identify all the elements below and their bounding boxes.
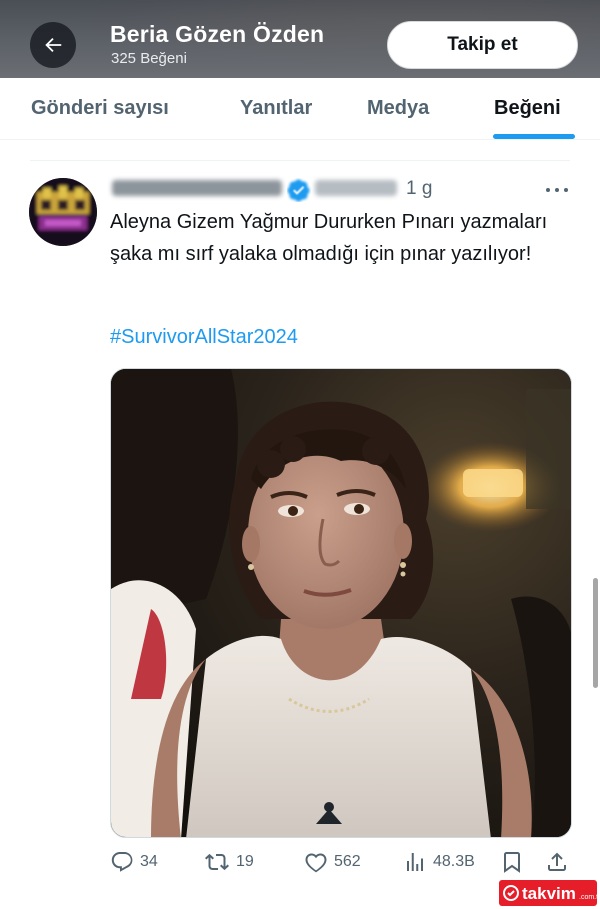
svg-text:.com.tr: .com.tr — [579, 894, 597, 901]
tab-likes[interactable]: Beğeni — [494, 97, 561, 120]
share-button[interactable] — [545, 850, 569, 874]
verified-badge-icon — [287, 179, 310, 202]
divider — [30, 160, 570, 161]
avatar[interactable] — [29, 178, 97, 246]
share-icon — [548, 852, 566, 871]
profile-header: Beria Gözen Özden 325 Beğeni Takip et — [0, 0, 600, 78]
svg-text:takvim: takvim — [522, 884, 576, 903]
bookmark-button[interactable] — [500, 850, 524, 874]
author-handle-blurred[interactable] — [315, 180, 397, 196]
repost-icon — [205, 853, 229, 871]
scrollbar[interactable] — [593, 578, 598, 688]
reply-button[interactable]: 34 — [110, 850, 158, 874]
photo-icon — [111, 369, 571, 837]
takvim-watermark-logo: takvim .com.tr — [499, 880, 600, 906]
post-actions: 34 19 562 48.3B — [0, 846, 600, 882]
bookmark-icon — [504, 852, 520, 873]
back-button[interactable] — [30, 22, 76, 68]
tab-posts[interactable]: Gönderi sayısı — [31, 97, 169, 120]
like-button[interactable]: 562 — [304, 850, 361, 874]
more-horizontal-icon[interactable] — [545, 182, 569, 194]
profile-name: Beria Gözen Özden — [110, 21, 325, 47]
heart-icon — [305, 853, 327, 873]
reply-count: 34 — [140, 853, 158, 870]
views-chart-icon — [407, 853, 423, 871]
tab-replies[interactable]: Yanıtlar — [240, 97, 312, 120]
post-timestamp[interactable]: 1 g — [406, 178, 432, 200]
tab-media[interactable]: Medya — [367, 97, 429, 120]
views-count: 48.3B — [433, 853, 475, 870]
profile-tabs: Gönderi sayısı Yanıtlar Medya Beğeni — [0, 78, 600, 140]
hashtag-link[interactable]: #SurvivorAllStar2024 — [110, 326, 298, 349]
post-photo[interactable] — [110, 368, 572, 838]
author-name-blurred[interactable] — [112, 180, 282, 196]
arrow-left-icon — [45, 37, 62, 53]
repost-button[interactable]: 19 — [204, 850, 254, 874]
views-button[interactable]: 48.3B — [403, 850, 475, 874]
active-tab-indicator — [493, 134, 575, 139]
follow-button[interactable]: Takip et — [387, 21, 578, 69]
reply-icon — [111, 852, 133, 872]
post-text: Aleyna Gizem Yağmur Dururken Pınarı yazm… — [110, 211, 548, 265]
repost-count: 19 — [236, 853, 254, 870]
avatar-image — [29, 178, 97, 246]
like-count: 562 — [334, 853, 361, 870]
likes-count-subtitle: 325 Beğeni — [111, 50, 187, 67]
